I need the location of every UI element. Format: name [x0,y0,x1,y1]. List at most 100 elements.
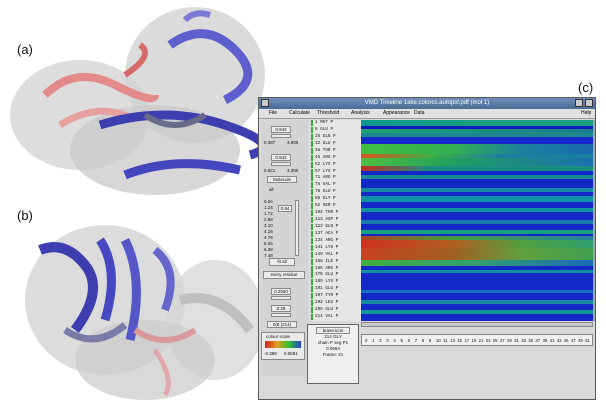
window-titlebar: VMD Timeline 1ake.colorcs.autopsf.pdf (m… [259,98,595,109]
info-button[interactable]: brass-icon [316,327,350,334]
residue-row[interactable]: 134 ARG P [311,237,361,244]
residue-info-panel: brass-icon 214 GLY chain P seg P1 0.0694… [307,324,359,384]
residue-row[interactable]: 158 ILE P [311,258,361,265]
color-scale-legend: colour scale -0.388 0.0681 [261,332,305,360]
frame-tick-label: 35 [528,338,534,343]
selection-marker [311,217,313,224]
vertical-slider[interactable] [295,200,299,256]
horizontal-scrollbar[interactable] [361,322,593,327]
frame-tick-label: 17 [464,338,470,343]
scale-input[interactable]: 0.94 [278,205,292,212]
menu-appearance[interactable]: Appearance [383,109,410,118]
residue-row[interactable]: 189 LYS P [311,279,361,286]
selection-marker [311,272,313,279]
scale-value-5: 4.16 [264,229,273,234]
slider-2[interactable] [271,162,291,166]
timeline-heatmap[interactable] [361,120,593,321]
menu-analysis[interactable]: Analysis [351,109,370,118]
residue-row[interactable]: 191 GLU P [311,286,361,293]
frame-tick-label: 9 [428,338,432,343]
residue-label: 137 ACA P [315,230,339,236]
slider-1[interactable] [271,134,291,138]
residue-row[interactable]: 76 VAL P [311,182,361,189]
range2-max: 3.390 [287,168,299,173]
residue-row[interactable]: 92 SER P [311,203,361,210]
scale-value-8: 6.38 [264,247,273,252]
residue-row[interactable]: 113 ASP P [311,217,361,224]
value-field-3[interactable]: 0.2580 [271,288,291,295]
heatmap-band [361,144,593,154]
residue-row[interactable]: 71 ARG P [311,175,361,182]
value-field-2[interactable]: 0.942 [271,154,291,161]
residue-row[interactable]: 123 GLN P [311,223,361,230]
heatmap-band [361,158,593,166]
frame-range-field[interactable]: 0(6 (214) [267,321,297,328]
slider-4[interactable] [271,313,291,317]
residue-row[interactable]: 32 GLU P [311,140,361,147]
heatmap-band [361,248,593,260]
frame-axis: 0 1 2 3 4 5 6 7 8 9 10 11 13 15 17 19 21 23 25 27 29 31 33 35 37… [361,334,593,346]
slider-3[interactable] [271,296,291,300]
residue-row[interactable]: 197 TYR P [311,293,361,300]
frame-tick-label: 37 [535,338,541,343]
every-residue-button[interactable]: every residue [263,271,305,279]
window-menu-icon[interactable] [261,99,269,107]
residue-row[interactable]: 25 GLN P [311,133,361,140]
scale-value-0: 0.0e [264,199,273,204]
residue-label: 8 GLU P [315,126,334,132]
minimize-icon[interactable] [575,99,583,107]
menu-file[interactable]: File [269,109,277,118]
residue-row[interactable]: 85 GLY P [311,196,361,203]
residue-row[interactable]: 141 LYS P [311,244,361,251]
frame-tick-label: 11 [443,338,448,343]
residue-row[interactable]: 8 GLU P [311,126,361,133]
residue-row[interactable]: 52 LYS P [311,161,361,168]
residue-row[interactable]: 165 ARG P [311,265,361,272]
residue-row[interactable]: 206 GLU P [311,307,361,314]
residue-label: 176 GLU P [315,272,339,278]
menu-threshold[interactable]: Threshold [317,109,339,118]
frame-tick-label: 33 [521,338,526,343]
residue-row[interactable]: 137 ACA P [311,230,361,237]
selection-marker [311,154,313,161]
menu-help[interactable]: Help [581,109,591,118]
residue-label: 71 ARG P [315,175,336,181]
frame-tick-label: 39 [542,338,548,343]
residue-row[interactable]: 1 MET P [311,120,361,126]
selection-marker [311,126,313,133]
menu-calculate[interactable]: Calculate [289,109,310,118]
heatmap-band [361,310,593,314]
frame-tick-label: 5 [400,338,403,343]
fit-all-button[interactable]: fit all [269,258,295,266]
residue-row[interactable]: 45 ARG P [311,154,361,161]
residue-row[interactable]: 78 GLU P [311,189,361,196]
value-field-1[interactable]: 0.942 [271,126,291,133]
select-mode-dropdown[interactable]: Molecule [267,176,297,183]
close-icon[interactable] [585,99,593,107]
residue-row[interactable]: 214 VAL P [311,314,361,321]
residue-row[interactable]: 36 THR P [311,147,361,154]
frame-tick-label: 23 [485,338,491,343]
residue-label: 158 ILE P [315,258,339,264]
heatmap-band [361,220,593,224]
frame-tick-label: 45 [563,338,569,343]
heatmap-band [361,300,593,304]
frame-tick-label: 7 [414,338,418,343]
value-field-4[interactable]: 0.28 [271,305,291,312]
frame-tick-label: 2 [379,338,382,343]
frame-tick-label: 49 [578,338,583,343]
range2-min: 0.821 [264,168,276,173]
selection-marker [311,279,313,286]
heatmap-band [361,290,593,293]
menu-data[interactable]: Data [414,109,425,118]
frame-tick-label: 27 [499,338,505,343]
frame-tick-label: 15 [457,338,463,343]
heatmap-band [361,230,593,234]
residue-row[interactable]: 202 LEU P [311,300,361,307]
vertical-scrollbar[interactable] [593,120,595,321]
residue-row[interactable]: 57 LYS P [311,168,361,175]
residue-row[interactable]: 149 VAL P [311,251,361,258]
residue-row[interactable]: 176 GLU P [311,272,361,279]
residue-row[interactable]: 104 THR P [311,210,361,217]
scale-value-6: 4.76 [264,235,273,240]
